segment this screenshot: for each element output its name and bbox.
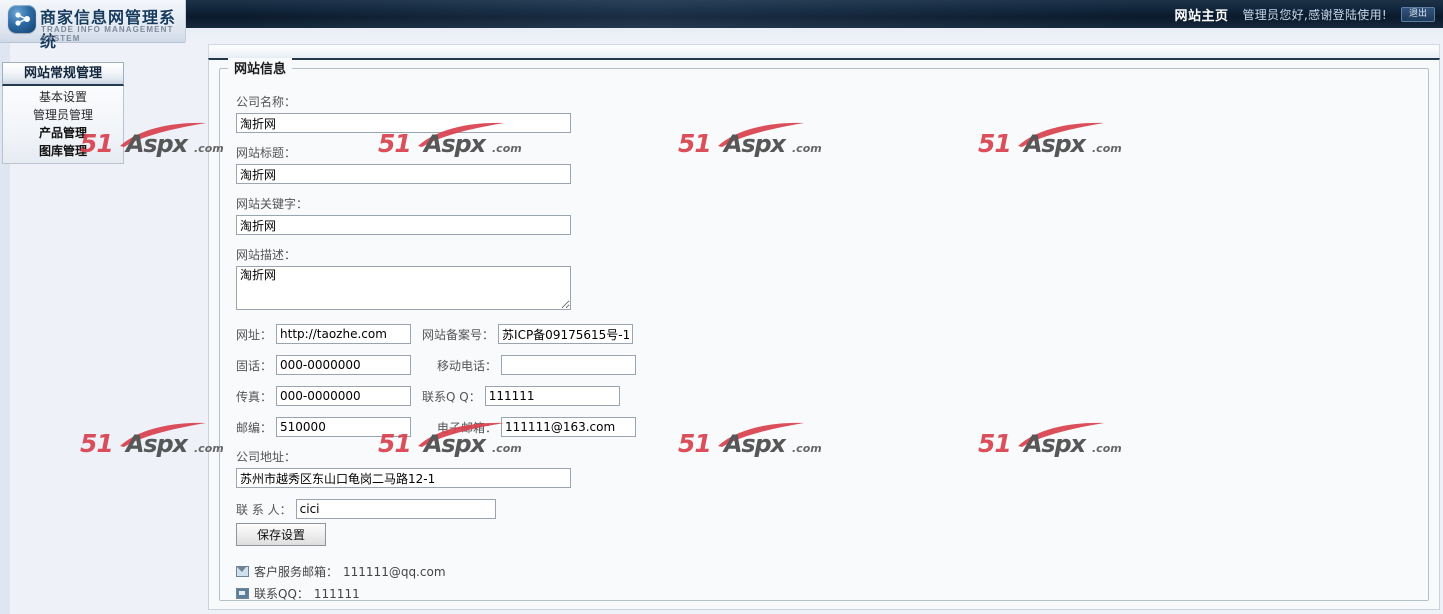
contact-person-label: 联 系 人： bbox=[236, 502, 292, 517]
fax-label: 传真： bbox=[236, 389, 273, 404]
site-keywords-label: 网站关键字： bbox=[236, 197, 309, 211]
zipcode-label: 邮编： bbox=[236, 420, 273, 435]
site-keywords-input[interactable] bbox=[236, 215, 571, 235]
mail-icon bbox=[236, 566, 249, 577]
row-zipcode-email: 邮编： 电子邮箱： bbox=[236, 417, 637, 437]
footer-email-label: 客户服务邮箱： bbox=[254, 565, 339, 579]
row-url-icp: 网址： 网站备案号： bbox=[236, 324, 636, 344]
email-input[interactable] bbox=[501, 417, 637, 437]
site-info-panel: 网站信息 公司名称： 网站标题： 网站关键字： 网站描述： 淘折网 网址： bbox=[219, 58, 1429, 602]
row-tel-mobile: 固话： 移动电话： bbox=[236, 355, 637, 375]
content-area: 网站信息 公司名称： 网站标题： 网站关键字： 网站描述： 淘折网 网址： bbox=[208, 58, 1440, 610]
qq-icon bbox=[236, 588, 249, 599]
row-fax-qq: 传真： 联系Q Q： bbox=[236, 386, 636, 406]
qq-label: 联系Q Q： bbox=[422, 389, 481, 404]
admin-greeting: 管理员您好,感谢登陆使用! bbox=[1242, 7, 1387, 22]
save-settings-button[interactable]: 保存设置 bbox=[236, 523, 327, 546]
tel-label: 固话： bbox=[236, 358, 273, 373]
field-company-name: 公司名称： bbox=[236, 93, 636, 133]
qq-input[interactable] bbox=[484, 386, 620, 406]
site-description-textarea[interactable]: 淘折网 bbox=[236, 266, 571, 310]
contact-person-input[interactable] bbox=[295, 499, 496, 519]
field-site-keywords: 网站关键字： bbox=[236, 195, 636, 235]
fax-input[interactable] bbox=[276, 386, 412, 406]
sidebar-item-basic-settings[interactable]: 基本设置 bbox=[3, 88, 123, 106]
panel-title: 网站信息 bbox=[228, 58, 293, 77]
watermark-aspx: Aspx bbox=[126, 430, 188, 458]
company-name-input[interactable] bbox=[236, 113, 571, 133]
site-description-label: 网站描述： bbox=[236, 248, 297, 262]
field-site-description: 网站描述： 淘折网 bbox=[236, 246, 636, 313]
watermark-aspx: Aspx bbox=[126, 130, 188, 158]
logout-button[interactable]: 退出 bbox=[1400, 6, 1435, 22]
sidebar-title: 网站常规管理 bbox=[2, 62, 124, 86]
brand-title-en: TRADE INFO MANAGEMENT SYSTEM bbox=[41, 25, 174, 43]
address-label: 公司地址： bbox=[236, 450, 297, 464]
footer-contact-qq: 联系QQ： 111111 bbox=[236, 585, 636, 602]
header-under-strip bbox=[0, 28, 1443, 42]
row-contact-person: 联 系 人： bbox=[236, 499, 636, 519]
icp-label: 网站备案号： bbox=[422, 327, 495, 342]
sidebar-item-gallery-management[interactable]: 图库管理 bbox=[3, 142, 123, 160]
site-home-link[interactable]: 网站主页 bbox=[1174, 5, 1228, 24]
mobile-input[interactable] bbox=[501, 355, 637, 375]
app-header: 网站主页 管理员您好,感谢登陆使用! 退出 bbox=[0, 0, 1443, 28]
content-top-cap bbox=[208, 44, 1440, 59]
address-input[interactable] bbox=[236, 468, 571, 488]
sidebar-item-admin-management[interactable]: 管理员管理 bbox=[3, 106, 123, 124]
icp-input[interactable] bbox=[498, 324, 634, 344]
sidebar-menu: 基本设置 管理员管理 产品管理 图库管理 bbox=[2, 86, 124, 164]
site-title-input[interactable] bbox=[236, 164, 571, 184]
email-label: 电子邮箱： bbox=[437, 420, 498, 435]
footer-contact-email: 客户服务邮箱： 111111@qq.com bbox=[236, 563, 636, 580]
network-node-icon bbox=[8, 5, 36, 33]
site-info-form: 公司名称： 网站标题： 网站关键字： 网站描述： 淘折网 网址： 网站备案号： bbox=[236, 93, 637, 602]
mobile-label: 移动电话： bbox=[437, 358, 498, 373]
footer-qq-value: 111111 bbox=[313, 586, 360, 601]
footer-email-value: 111111@qq.com bbox=[343, 564, 446, 579]
url-label: 网址： bbox=[236, 327, 273, 342]
tel-input[interactable] bbox=[276, 355, 412, 375]
watermark-51aspx: 51 Aspx .com bbox=[80, 420, 224, 460]
header-sheen bbox=[240, 0, 1140, 28]
watermark-51: 51 bbox=[80, 429, 114, 458]
url-input[interactable] bbox=[276, 324, 412, 344]
field-address: 公司地址： bbox=[236, 448, 636, 488]
brand-plate: 商家信息网管理系统 TRADE INFO MANAGEMENT SYSTEM bbox=[0, 0, 186, 51]
sidebar: 网站常规管理 基本设置 管理员管理 产品管理 图库管理 bbox=[2, 62, 124, 164]
header-right-actions: 网站主页 管理员您好,感谢登陆使用! 退出 bbox=[1174, 0, 1443, 28]
sidebar-item-product-management[interactable]: 产品管理 bbox=[3, 124, 123, 142]
field-site-title: 网站标题： bbox=[236, 144, 636, 184]
footer-qq-label: 联系QQ： bbox=[254, 587, 309, 601]
zipcode-input[interactable] bbox=[276, 417, 412, 437]
company-name-label: 公司名称： bbox=[236, 95, 297, 109]
site-title-label: 网站标题： bbox=[236, 146, 297, 160]
